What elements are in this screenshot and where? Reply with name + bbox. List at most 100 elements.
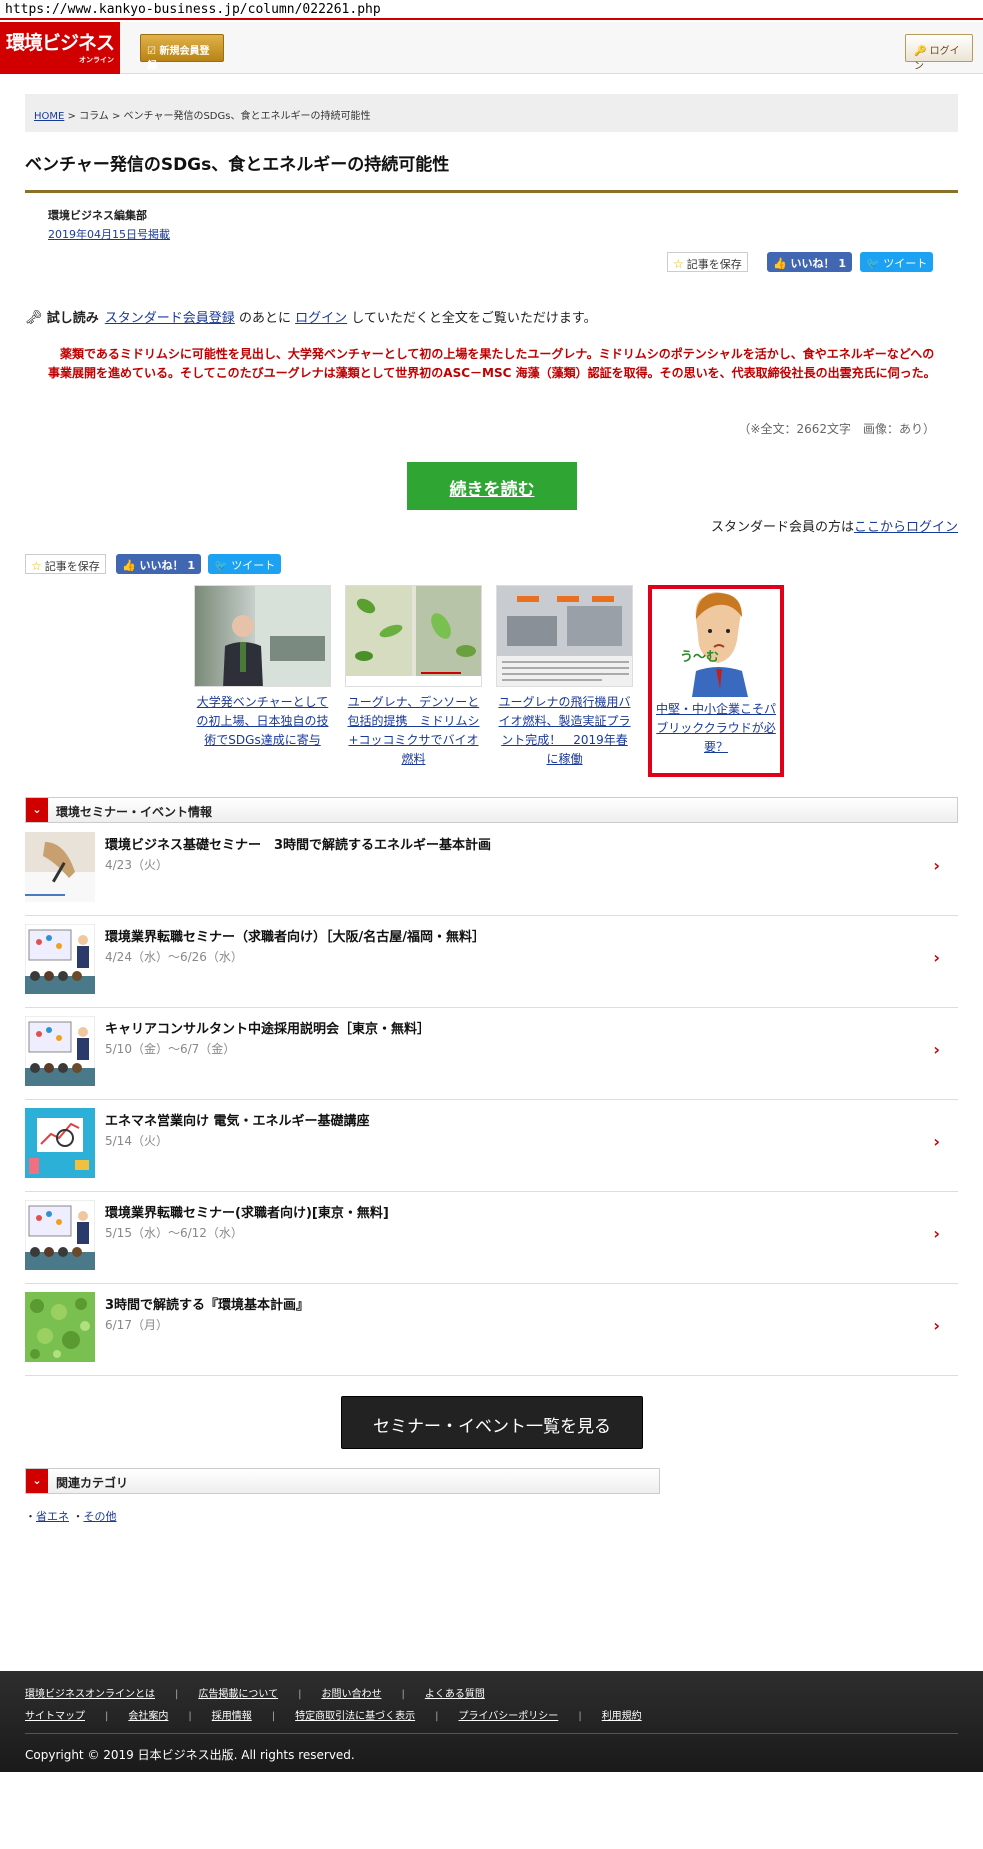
key-icon: 🗝 (25, 310, 43, 326)
event-date: 4/23（火） (105, 858, 168, 872)
twitter-bird-icon: 🐦 (214, 559, 228, 572)
logo-sub-text: オンライン (79, 56, 114, 64)
standard-register-link[interactable]: スタンダード会員登録 (105, 311, 235, 326)
title-divider (25, 190, 958, 193)
related-article-thumbnail[interactable] (345, 585, 482, 687)
category-link[interactable]: 省エネ (36, 1510, 69, 1523)
trial-mid-text: のあとに (238, 311, 291, 326)
page-title: ベンチャー発信のSDGs、食とエネルギーの持続可能性 (25, 155, 450, 175)
login-button[interactable]: 🔑 ログイン (905, 34, 973, 72)
footer-link[interactable]: 会社案内 (128, 1711, 168, 1722)
footer-link[interactable]: 広告掲載について (198, 1689, 278, 1700)
event-title[interactable]: 環境業界転職セミナー（求職者向け）［大阪/名古屋/福岡・無料］ (105, 926, 485, 945)
event-item[interactable]: キャリアコンサルタント中途採用説明会［東京・無料］ 5/10（金）～6/7（金）… (25, 1008, 958, 1100)
article-lead: 薬類であるミドリムシに可能性を見出し、大学発ベンチャーとして初の上場を果たしたユ… (48, 347, 936, 380)
article-author: 環境ビジネス編集部 (48, 209, 147, 222)
footer-divider (25, 1733, 958, 1734)
trial-login-link[interactable]: ログイン (295, 311, 347, 326)
related-article-thumbnail[interactable] (496, 585, 633, 687)
footer-link[interactable]: サイトマップ (25, 1711, 85, 1722)
bullet: ・ (72, 1510, 84, 1523)
chevron-right-icon[interactable]: › (933, 856, 940, 875)
category-link[interactable]: その他 (84, 1510, 117, 1523)
twitter-bird-icon: 🐦 (866, 257, 880, 270)
event-title[interactable]: エネマネ営業向け 電気・エネルギー基礎講座 (105, 1110, 370, 1129)
footer-link[interactable]: よくある質問 (425, 1689, 485, 1700)
footer-link[interactable]: 利用規約 (602, 1711, 642, 1722)
breadcrumb: HOME > コラム > ベンチャー発信のSDGs、食とエネルギーの持続可能性 (25, 94, 958, 132)
related-article[interactable]: ユーグレナ、デンソーと包括的提携 ミドリムシ+コッコミクサでバイオ燃料 (345, 585, 482, 769)
event-date: 4/24（水）～6/26（水） (105, 950, 243, 964)
tweet-button-bottom[interactable]: 🐦 ツイート (208, 554, 282, 574)
tweet-button[interactable]: 🐦 ツイート (860, 252, 934, 272)
writing-hand-image (25, 832, 95, 902)
advertisement-link[interactable]: 中堅・中小企業こそパブリッククラウドが必要？ (652, 700, 780, 757)
category-list: ・省エネ ・その他 (25, 1508, 117, 1524)
breadcrumb-column: コラム (79, 111, 109, 122)
euglena-photo (346, 586, 481, 686)
chevron-right-icon[interactable]: › (933, 1316, 940, 1335)
related-article-link[interactable]: ユーグレナの飛行機用バイオ燃料、製造実証プラント完成！ 2019年春に稼働 (498, 695, 630, 766)
seminar-list-button[interactable]: セミナー・イベント一覧を見る (341, 1396, 643, 1449)
events-section-title: 環境セミナー・イベント情報 (56, 805, 213, 819)
facebook-like-button-bottom[interactable]: 👍 いいね！ 1 (116, 554, 202, 574)
event-thumbnail (25, 832, 95, 902)
advertisement[interactable]: う〜む 中堅・中小企業こそパブリッククラウドが必要？ (648, 585, 784, 777)
chevron-right-icon[interactable]: › (933, 1132, 940, 1151)
related-article[interactable]: ユーグレナの飛行機用バイオ燃料、製造実証プラント完成！ 2019年春に稼働 (496, 585, 633, 769)
related-article[interactable]: 大学発ベンチャーとしての初上場、日本独自の技術でSDGs達成に寄与 (194, 585, 331, 750)
read-more-button[interactable]: 続きを読む (407, 462, 577, 510)
event-thumbnail (25, 1016, 95, 1086)
event-item[interactable]: 3時間で解読する『環境基本計画』 6/17（月） › (25, 1284, 958, 1376)
presenter-illustration (25, 1016, 95, 1086)
footer-link[interactable]: 採用情報 (212, 1711, 252, 1722)
event-item[interactable]: エネマネ営業向け 電気・エネルギー基礎講座 5/14（火） › (25, 1100, 958, 1192)
article-length-note: （※全文：2662文字 画像：あり） (738, 422, 935, 436)
event-item[interactable]: 環境業界転職セミナー(求職者向け)[東京・無料] 5/15（水）～6/12（水）… (25, 1192, 958, 1284)
event-date: 6/17（月） (105, 1318, 168, 1332)
event-item[interactable]: 環境ビジネス基礎セミナー 3時間で解読するエネルギー基本計画 4/23（火） › (25, 824, 958, 916)
plant-diagram (497, 586, 632, 681)
breadcrumb-separator: > (108, 111, 124, 122)
breadcrumb-separator: > (64, 111, 80, 122)
save-article-button-bottom[interactable]: ☆ 記事を保存 (25, 554, 106, 574)
standard-login-link[interactable]: ここからログイン (854, 520, 958, 535)
like-label: いいね！ 1 (790, 257, 847, 270)
event-thumbnail (25, 1292, 95, 1362)
footer-links-row: 環境ビジネスオンラインとは | 広告掲載について | お問い合わせ | よくある質問 (25, 1689, 485, 1700)
breadcrumb-current: ベンチャー発信のSDGs、食とエネルギーの持続可能性 (123, 111, 371, 122)
article-date-link[interactable]: 2019年04月15日号掲載 (48, 226, 170, 242)
footer-link[interactable]: プライバシーポリシー (459, 1711, 559, 1722)
facebook-like-button[interactable]: 👍 いいね！ 1 (767, 252, 853, 272)
related-article-link[interactable]: ユーグレナ、デンソーと包括的提携 ミドリムシ+コッコミクサでバイオ燃料 (347, 695, 479, 766)
star-icon: ☆ (31, 559, 42, 573)
breadcrumb-home-link[interactable]: HOME (34, 111, 64, 122)
footer-link[interactable]: 環境ビジネスオンラインとは (25, 1689, 155, 1700)
address-bar[interactable]: https://www.kankyo-business.jp/column/02… (0, 0, 983, 20)
site-header: 環境ビジネス オンライン ☑ 新規会員登録 🔑 ログイン (0, 22, 983, 74)
event-title[interactable]: 環境業界転職セミナー(求職者向け)[東京・無料] (105, 1202, 389, 1221)
event-item[interactable]: 環境業界転職セミナー（求職者向け）［大阪/名古屋/福岡・無料］ 4/24（水）～… (25, 916, 958, 1008)
footer-link[interactable]: 特定商取引法に基づく表示 (295, 1711, 415, 1722)
save-article-button[interactable]: ☆ 記事を保存 (667, 252, 748, 272)
chevron-right-icon[interactable]: › (933, 1040, 940, 1059)
like-label: いいね！ 1 (139, 559, 196, 572)
register-button[interactable]: ☑ 新規会員登録 (140, 34, 224, 72)
footer-link[interactable]: お問い合わせ (321, 1689, 381, 1700)
chevron-down-icon: ⌄ (26, 1469, 48, 1493)
site-logo[interactable]: 環境ビジネス オンライン (0, 22, 120, 74)
event-title[interactable]: キャリアコンサルタント中途採用説明会［東京・無料］ (105, 1018, 430, 1037)
star-icon: ☆ (673, 257, 684, 271)
related-article-thumbnail[interactable] (194, 585, 331, 687)
chevron-right-icon[interactable]: › (933, 1224, 940, 1243)
chevron-right-icon[interactable]: › (933, 948, 940, 967)
related-article-link[interactable]: 大学発ベンチャーとしての初上場、日本独自の技術でSDGs達成に寄与 (196, 695, 328, 747)
tweet-label: ツイート (883, 257, 928, 270)
event-title[interactable]: 環境ビジネス基礎セミナー 3時間で解読するエネルギー基本計画 (105, 834, 491, 853)
event-title[interactable]: 3時間で解読する『環境基本計画』 (105, 1294, 309, 1313)
analytics-illustration (25, 1108, 95, 1178)
event-thumbnail (25, 924, 95, 994)
footer-links-row: サイトマップ | 会社案内 | 採用情報 | 特定商取引法に基づく表示 | プライバシーポリシー… (25, 1711, 642, 1722)
person-photo (223, 586, 330, 686)
site-footer: 環境ビジネスオンラインとは | 広告掲載について | お問い合わせ | よくある質問 サイト… (0, 1671, 983, 1772)
